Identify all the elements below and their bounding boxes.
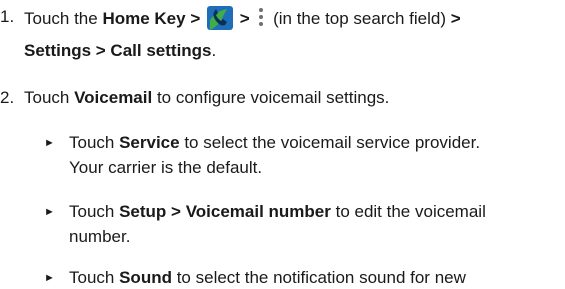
- arrow-separator: >: [234, 9, 255, 28]
- step-1-line-2: Settings > Call settings.: [24, 40, 216, 62]
- period: .: [211, 41, 217, 60]
- subitem-text: to select the voicemail service provider…: [179, 133, 481, 152]
- step-1-text: Touch the: [24, 9, 103, 28]
- sound-line-1: Touch Sound to select the notification s…: [69, 267, 466, 289]
- setup-line-2: number.: [69, 227, 131, 246]
- subitem-text: to select the notification sound for new: [171, 268, 466, 287]
- bullet-marker: ►: [44, 272, 55, 284]
- settings-path: Settings > Call settings: [24, 41, 212, 60]
- phone-app-icon: [206, 6, 233, 30]
- separator: [200, 9, 205, 28]
- voicemail-label: Voicemail: [74, 88, 153, 107]
- step-1-line-1: Touch the Home Key > > (in the top searc…: [24, 6, 461, 30]
- bullet-marker: ►: [44, 206, 55, 218]
- service-line-2: Your carrier is the default.: [69, 158, 263, 177]
- subitem-text: Touch: [69, 133, 120, 152]
- bullet-marker: ►: [44, 137, 55, 149]
- service-label: Service: [119, 133, 180, 152]
- setup-line-1: Touch Setup > Voicemail number to edit t…: [69, 201, 486, 223]
- instruction-document: 1. Touch the Home Key > > (in the top se…: [0, 0, 565, 289]
- arrow-separator: >: [450, 9, 461, 28]
- sound-label: Sound: [119, 268, 172, 287]
- subitem-text: to edit the voicemail: [330, 202, 486, 221]
- step-number: 2.: [0, 88, 15, 107]
- service-line-1: Touch Service to select the voicemail se…: [69, 132, 480, 154]
- step-2-text: Touch: [24, 88, 75, 107]
- voicemail-number-path: Setup > Voicemail number: [119, 202, 331, 221]
- subitem-text: Touch: [69, 268, 120, 287]
- step-1-note: (in the top search field): [273, 9, 451, 28]
- step-2-text: to configure voicemail settings.: [152, 88, 390, 107]
- more-options-icon: [257, 6, 265, 28]
- step-number: 1.: [0, 7, 15, 26]
- step-2-line-1: Touch Voicemail to configure voicemail s…: [24, 87, 389, 109]
- subitem-text: Touch: [69, 202, 120, 221]
- home-key-label: Home Key >: [102, 9, 201, 28]
